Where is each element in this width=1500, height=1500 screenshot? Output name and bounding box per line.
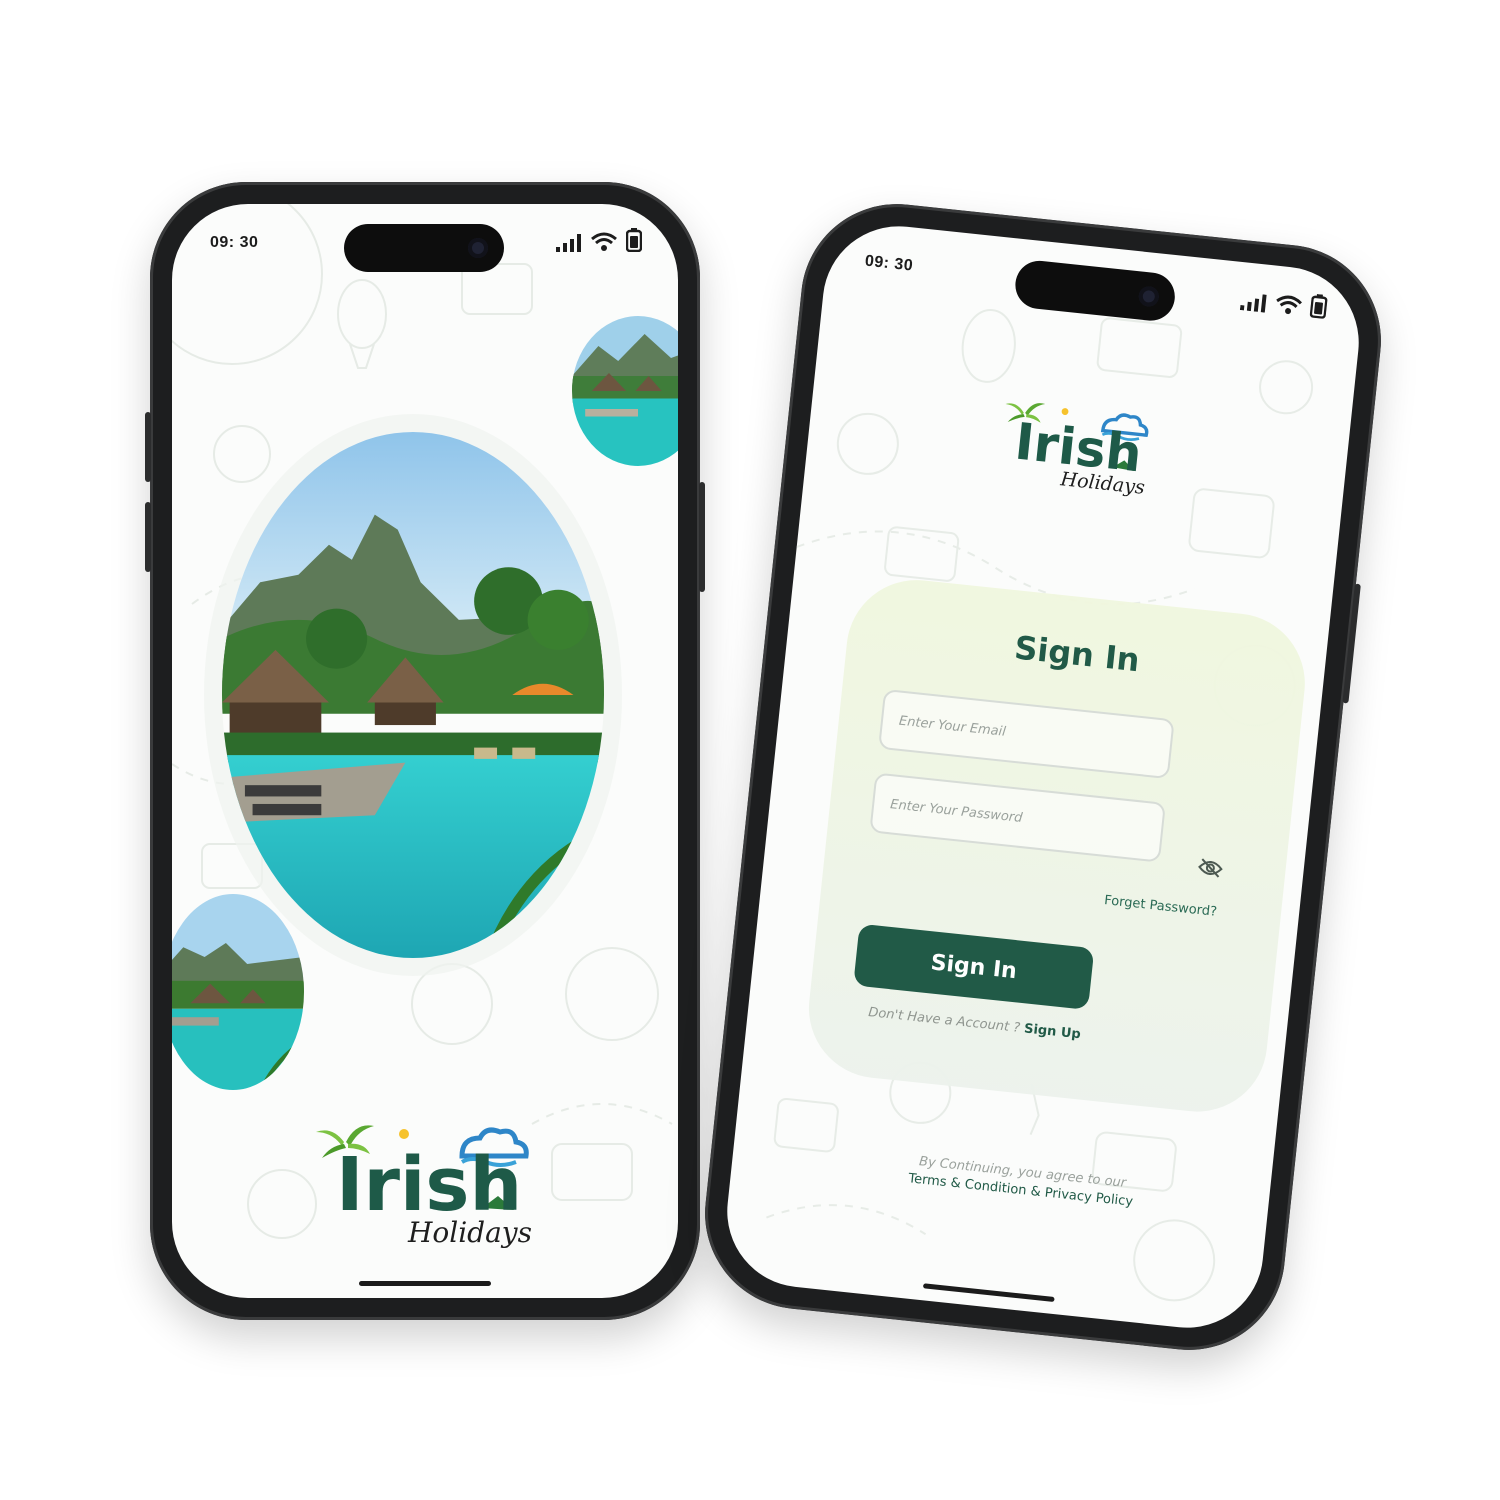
signup-prompt: Don't Have a Account ? [867,1005,1021,1036]
side-button [145,502,151,572]
wifi-icon [591,232,617,251]
splash-screen: 09: 30 Irish Holidays [172,204,678,1298]
signin-card: Sign In Forget Password? Sign In Don't H… [802,573,1312,1119]
resort-photo-main [222,432,604,958]
email-field[interactable] [878,688,1175,780]
phone-splash: 09: 30 Irish Holidays [145,182,705,1320]
signin-button[interactable]: Sign In [853,923,1095,1010]
status-time: 09: 30 [210,234,259,251]
wifi-icon [1276,295,1302,315]
signup-prompt-row: Don't Have a Account ? Sign Up [868,1005,1228,1058]
dynamic-island [344,224,504,272]
password-field[interactable] [869,772,1166,863]
phone-signin: 09: 30 Irish Holidays Sign In Enter Your… [695,194,1391,1360]
irish-holidays-logo: Irish Holidays [994,388,1154,503]
home-indicator [359,1281,491,1286]
camera-icon [468,238,488,258]
battery-icon [1309,293,1328,319]
side-button [699,482,705,592]
signup-link[interactable]: Sign Up [1023,1021,1081,1042]
camera-icon [1137,285,1160,308]
signal-icon [556,234,581,252]
eye-off-icon[interactable] [1196,857,1224,880]
status-icons [556,228,642,252]
battery-icon [626,228,642,252]
forgot-password-link[interactable]: Forget Password? [1103,893,1217,920]
side-button [145,412,151,482]
irish-holidays-logo: Irish Holidays [312,1112,532,1252]
logo-subtitle: Holidays [407,1216,532,1249]
signal-icon [1239,294,1267,313]
side-button [1342,583,1361,704]
signin-title: Sign In [1012,628,1142,680]
signin-screen: 09: 30 Irish Holidays Sign In Enter Your… [719,218,1367,1336]
